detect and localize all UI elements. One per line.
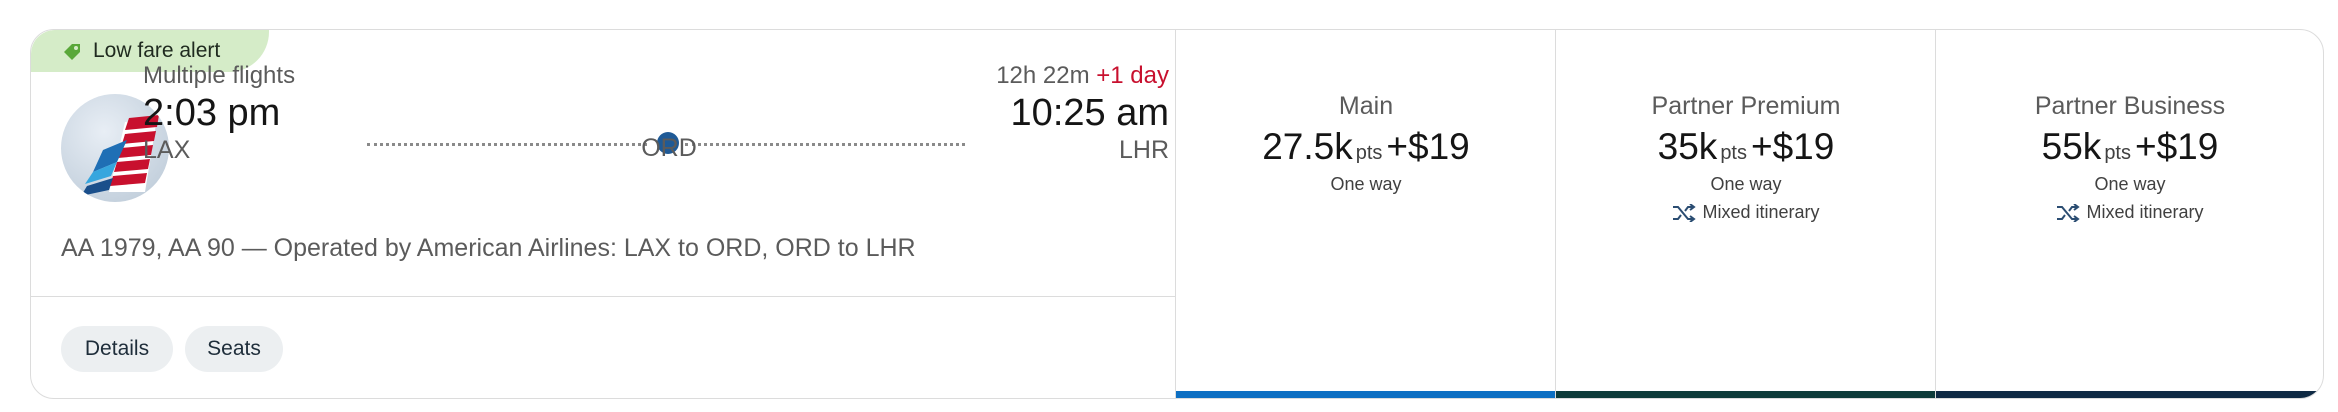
depart-time: 2:03 pm: [143, 92, 281, 134]
mixed-itinerary-label: Mixed itinerary: [2086, 202, 2204, 222]
route-line-left: [367, 143, 647, 146]
tag-icon: [64, 44, 80, 60]
stop-airport: ORD: [641, 134, 697, 162]
fare-name: Partner Premium: [1651, 92, 1841, 120]
fare-main[interactable]: Main 27.5k pts +$19 One way: [1175, 30, 1556, 398]
route-line-right: [685, 143, 965, 146]
flight-type-label: Multiple flights: [143, 62, 296, 89]
flight-result-card[interactable]: Low fare alert Multiple flights 2:03 pm …: [30, 29, 2324, 399]
fare-price: 55k pts +$19: [1936, 126, 2323, 168]
mixed-itinerary-label: Mixed itinerary: [1702, 202, 1820, 222]
fare-pts-label: pts: [1355, 142, 1383, 164]
card-divider: [31, 296, 1175, 297]
fare-name: Main: [1338, 92, 1394, 120]
fare-price: 27.5k pts +$19: [1176, 126, 1556, 168]
fare-cash: $19: [2156, 126, 2219, 167]
shuffle-icon: [1673, 203, 1697, 223]
fare-cash: $19: [1408, 126, 1470, 167]
fare-accent-bar: [1176, 391, 1556, 398]
fare-plus: +: [1386, 126, 1409, 167]
duration-block: 12h 22m +1 day: [996, 62, 1169, 90]
arrive-airport: LHR: [1118, 136, 1169, 164]
mixed-itinerary-note: Mixed itinerary: [1936, 202, 2323, 223]
fare-points: 55k: [2041, 126, 2102, 167]
fare-plus: +: [2135, 126, 2157, 167]
fare-points: 35k: [1657, 126, 1718, 167]
fare-name: Partner Business: [2034, 92, 2226, 120]
fare-cash: $19: [1772, 126, 1835, 167]
fare-accent-bar: [1936, 391, 2323, 398]
arrive-time: 10:25 am: [1010, 92, 1169, 134]
details-button[interactable]: Details: [61, 326, 173, 372]
fare-trip-type: One way: [1330, 174, 1402, 194]
operated-by-text: AA 1979, AA 90 — Operated by American Ai…: [61, 234, 916, 262]
fare-partner-premium[interactable]: Partner Premium 35k pts +$19 One way Mixed…: [1555, 30, 1936, 398]
fare-plus: +: [1751, 126, 1773, 167]
mixed-itinerary-note: Mixed itinerary: [1556, 202, 1936, 223]
fare-partner-business[interactable]: Partner Business 55k pts +$19 One way Mixe…: [1935, 30, 2323, 398]
depart-airport: LAX: [143, 136, 191, 164]
badge-label: Low fare alert: [93, 39, 221, 62]
fare-points: 27.5k: [1262, 126, 1353, 167]
day-offset: +1 day: [1096, 62, 1169, 89]
flight-duration: 12h 22m: [996, 62, 1090, 89]
shuffle-icon: [2057, 203, 2081, 223]
fare-trip-type: One way: [2094, 174, 2166, 194]
fare-price: 35k pts +$19: [1556, 126, 1936, 168]
seats-button[interactable]: Seats: [185, 326, 283, 372]
fare-pts-label: pts: [2104, 142, 2131, 164]
fare-pts-label: pts: [1720, 142, 1747, 164]
fare-trip-type: One way: [1710, 174, 1782, 194]
fare-accent-bar: [1556, 391, 1936, 398]
